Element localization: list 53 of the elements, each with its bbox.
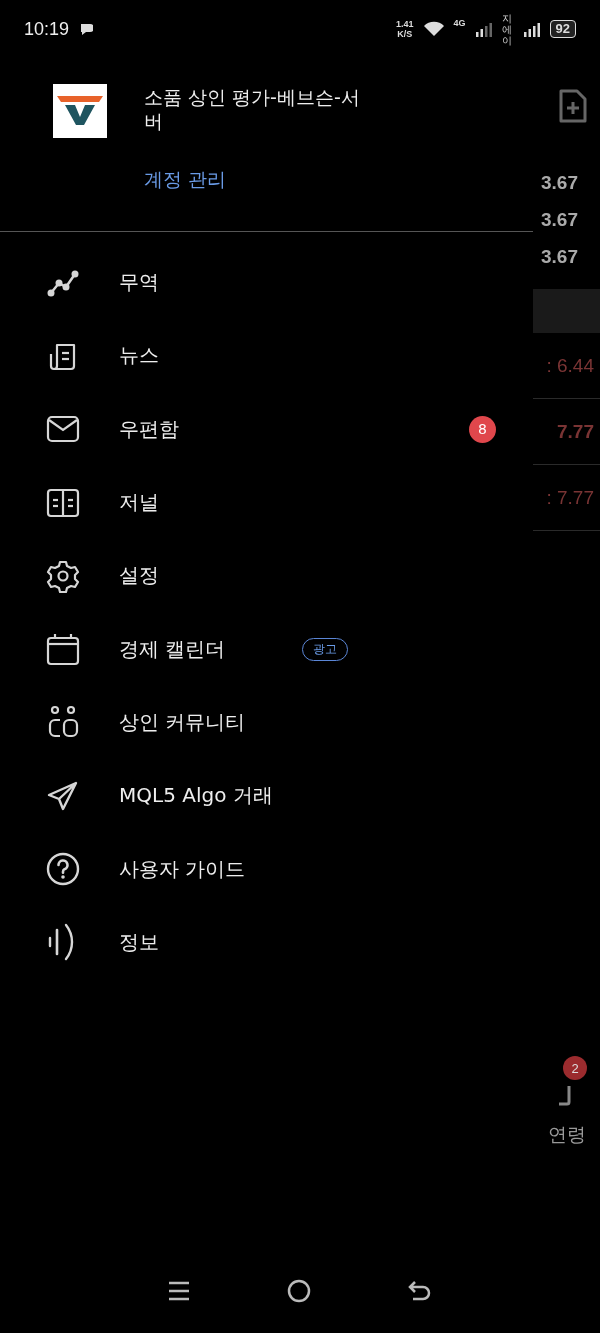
home-icon[interactable] <box>286 1277 312 1304</box>
account-name: 소품 상인 평가-베브슨-서 <box>144 86 360 108</box>
network-type: 4G <box>453 18 466 28</box>
notification-badge: 2 <box>563 1056 587 1080</box>
signal-icon <box>523 21 540 37</box>
header-bar <box>533 289 600 333</box>
carrier-name: 지에이 <box>501 12 513 46</box>
book-icon <box>46 487 80 518</box>
price-change: : 7.77 <box>546 486 594 509</box>
menu-item[interactable]: 저널 <box>0 465 533 540</box>
menu-item-label: 저널 <box>119 489 159 517</box>
settings-icon <box>46 558 80 593</box>
menu-item[interactable]: 우편함 8 <box>0 392 533 466</box>
add-document-icon[interactable] <box>558 88 588 124</box>
menu-item[interactable]: 무역 <box>0 246 533 320</box>
price-value: 3.67 <box>541 208 579 232</box>
tab-label[interactable]: 연령 <box>547 1122 586 1148</box>
price-value: 3.67 <box>541 171 579 195</box>
menu-item[interactable]: 뉴스 <box>0 319 533 393</box>
menu-item-label: MQL5 Algo 거래 <box>119 782 273 810</box>
network-speed: 1.41 K/S <box>396 19 414 39</box>
account-name: 버 <box>144 110 164 132</box>
unread-count-badge: 8 <box>469 415 496 443</box>
wifi-icon <box>423 21 444 37</box>
menu-item-label: 우편함 <box>119 415 179 443</box>
menu-item-label: 경제 캘린더 <box>119 635 226 663</box>
menu-item-label: 사용자 가이드 <box>119 855 246 883</box>
battery-level: 92 <box>549 20 576 38</box>
calendar-icon <box>46 632 80 667</box>
menu-item-label: 상인 커뮤니티 <box>119 708 246 736</box>
menu-item-label: 뉴스 <box>119 342 159 370</box>
menu-icon[interactable] <box>167 1279 192 1302</box>
menu-item[interactable]: 경제 캘린더 광고 <box>0 612 533 686</box>
signal-icon <box>475 21 492 37</box>
menu-item-label: 무역 <box>119 269 159 297</box>
back-icon[interactable] <box>406 1278 433 1303</box>
help-icon <box>46 852 80 886</box>
envelope-icon <box>46 415 80 444</box>
menu-item[interactable]: 상인 커뮤니티 <box>0 685 533 760</box>
price-change: : 6.44 <box>546 354 594 377</box>
clock: 10:19 <box>24 18 70 40</box>
menu-item[interactable]: MQL5 Algo 거래 <box>0 759 533 833</box>
chat-bubble-icon <box>79 22 94 36</box>
people-icon <box>46 705 80 740</box>
menu-item-label: 설정 <box>119 562 159 590</box>
menu-item[interactable]: 설정 <box>0 539 533 613</box>
manage-account-link[interactable]: 계정 관리 <box>144 167 360 193</box>
menu-item-label: 정보 <box>119 928 159 956</box>
price-value: 3.67 <box>541 245 579 269</box>
paper-plane-icon <box>46 779 80 812</box>
menu-item[interactable]: 정보 <box>0 905 533 979</box>
price-change: 7.77 <box>557 420 594 443</box>
menu-item[interactable]: 사용자 가이드 <box>0 832 533 906</box>
